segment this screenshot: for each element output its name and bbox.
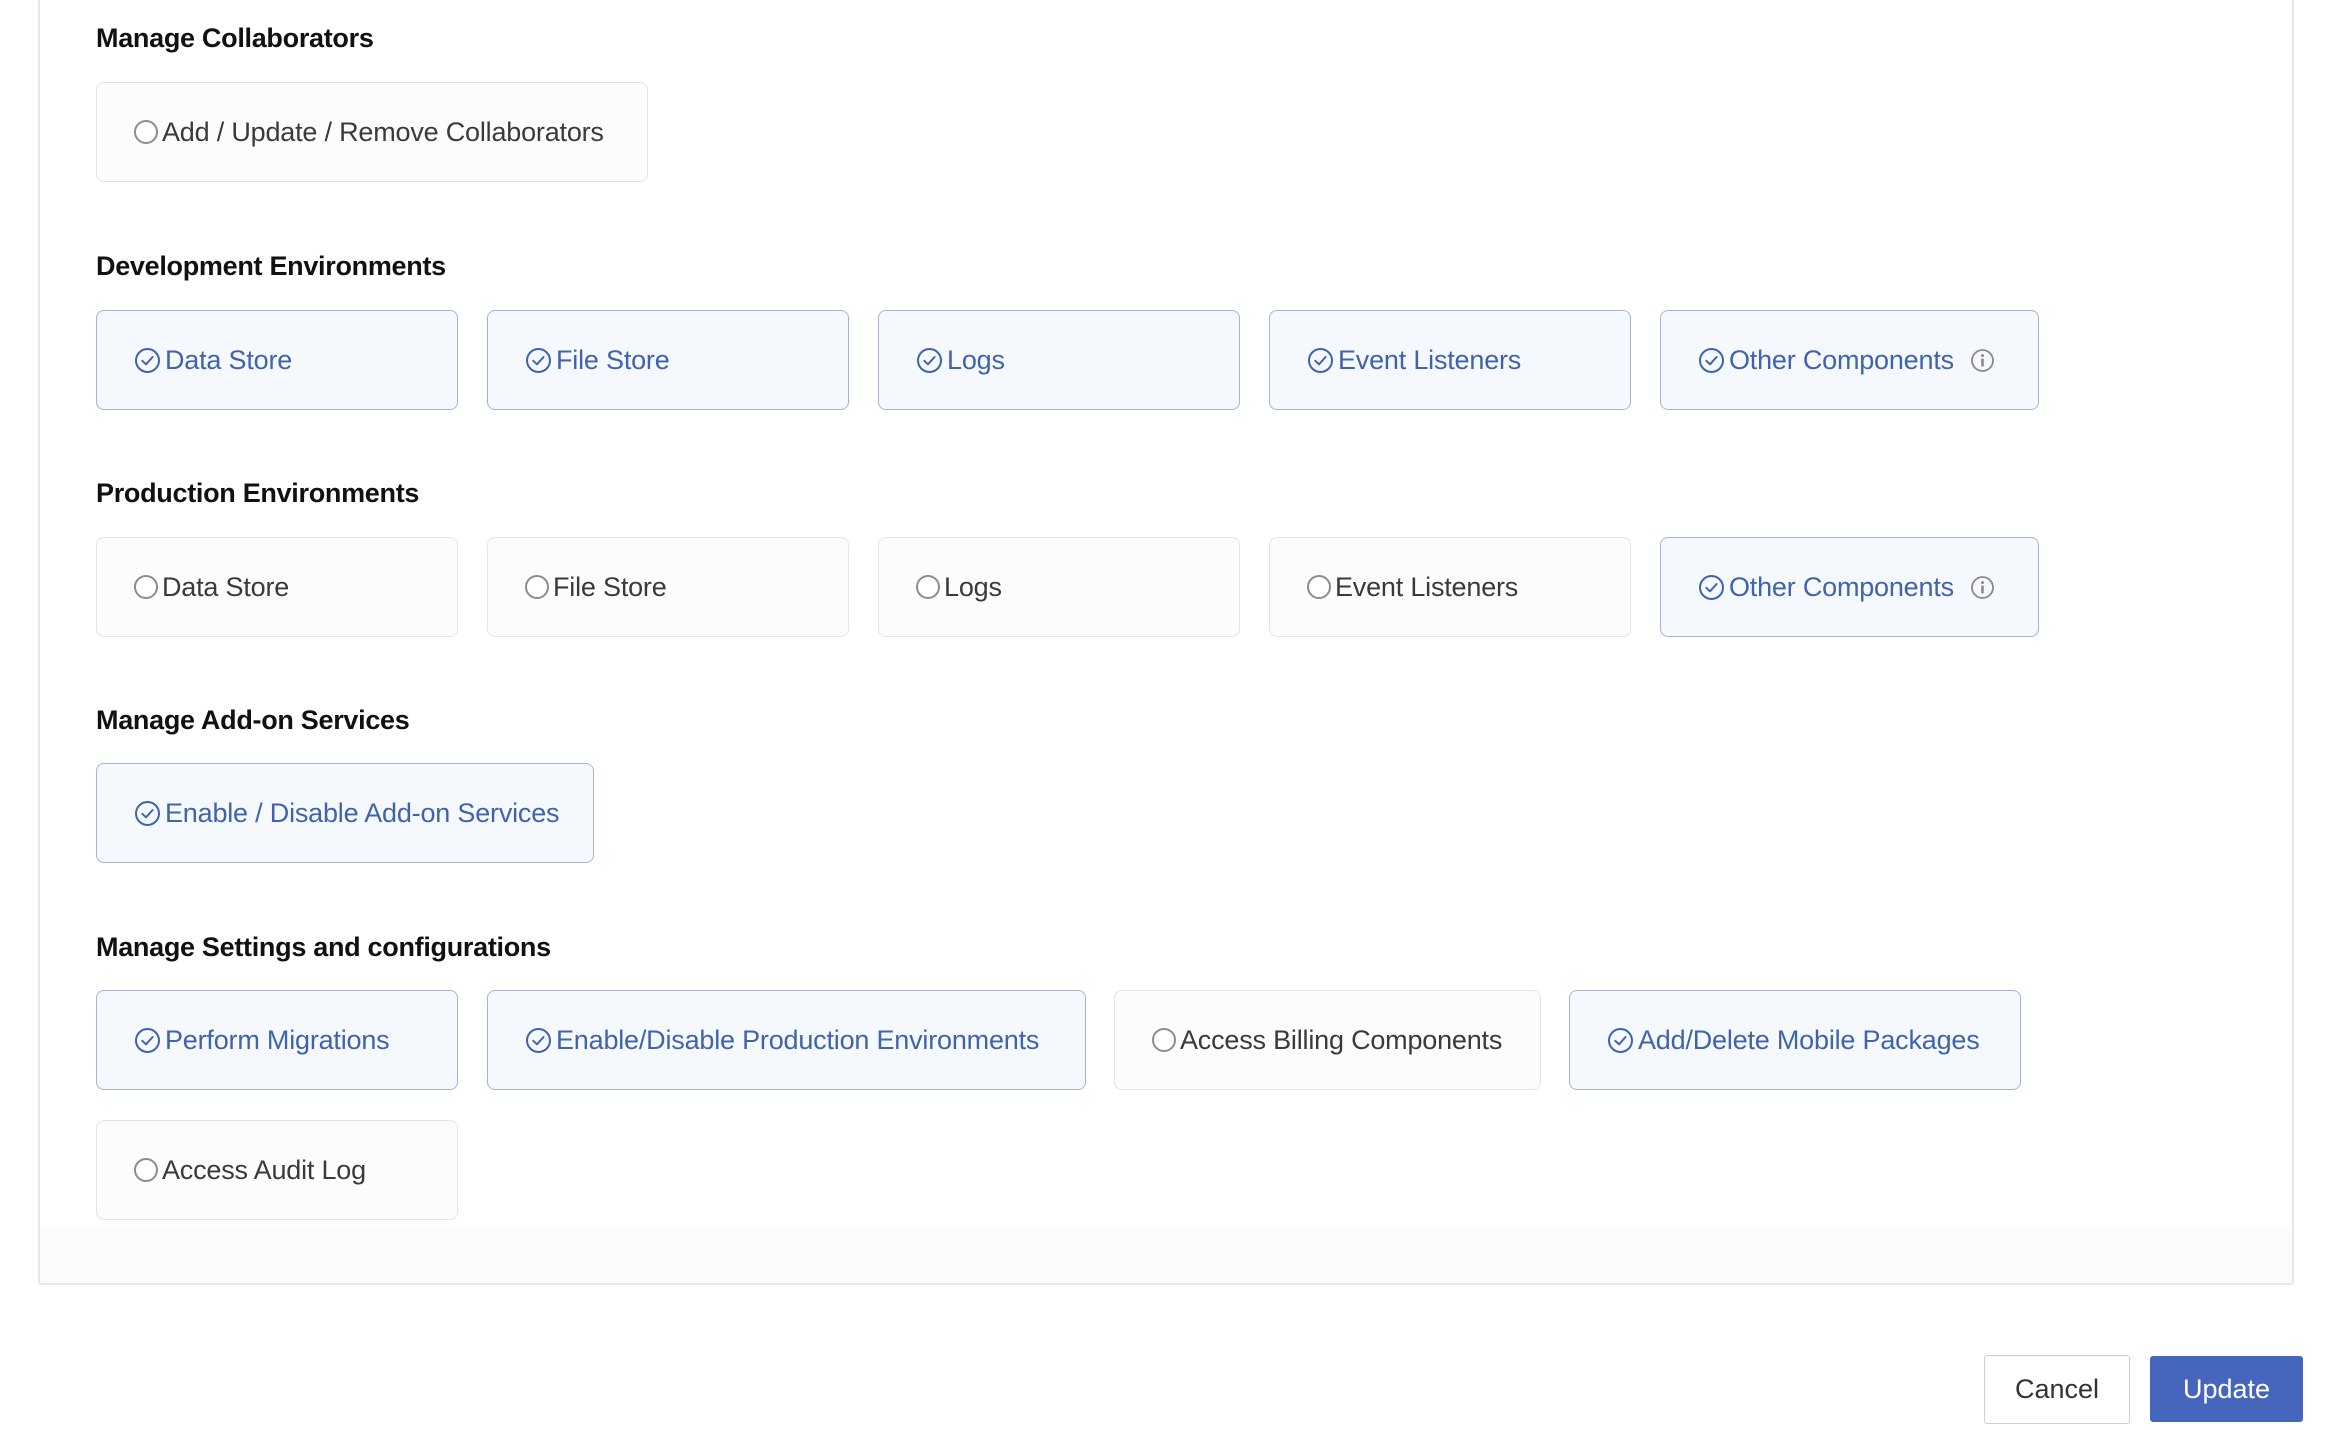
check-circle-icon	[916, 347, 943, 374]
option-dev-logs[interactable]: Logs	[878, 310, 1240, 410]
option-label: File Store	[556, 345, 670, 376]
section-title: Manage Add-on Services	[96, 704, 410, 736]
section-title: Manage Settings and configurations	[96, 931, 551, 963]
empty-circle-icon	[1307, 575, 1331, 599]
section-title: Development Environments	[96, 250, 446, 282]
check-circle-icon	[525, 1027, 552, 1054]
section-production-environments: Production Environments	[96, 477, 419, 509]
empty-circle-icon	[134, 575, 158, 599]
option-label: Access Billing Components	[1180, 1025, 1502, 1056]
empty-circle-icon	[134, 120, 158, 144]
section-settings-configurations: Manage Settings and configurations	[96, 931, 551, 963]
check-circle-icon	[134, 800, 161, 827]
empty-circle-icon	[1152, 1028, 1176, 1052]
section-title: Production Environments	[96, 477, 419, 509]
option-dev-file-store[interactable]: File Store	[487, 310, 849, 410]
check-circle-icon	[134, 347, 161, 374]
option-enable-disable-addons[interactable]: Enable / Disable Add-on Services	[96, 763, 594, 863]
option-add-update-remove-collaborators[interactable]: Add / Update / Remove Collaborators	[96, 82, 648, 182]
empty-circle-icon	[134, 1158, 158, 1182]
option-label: Add / Update / Remove Collaborators	[162, 117, 604, 148]
option-label: Add/Delete Mobile Packages	[1638, 1025, 1980, 1056]
option-perform-migrations[interactable]: Perform Migrations	[96, 990, 458, 1090]
update-button[interactable]: Update	[2150, 1356, 2303, 1422]
option-prod-other-components[interactable]: Other Components	[1660, 537, 2039, 637]
option-label: Enable / Disable Add-on Services	[165, 798, 559, 829]
cancel-button[interactable]: Cancel	[1984, 1355, 2130, 1424]
option-label: File Store	[553, 572, 667, 603]
option-access-billing[interactable]: Access Billing Components	[1114, 990, 1541, 1090]
section-development-environments: Development Environments	[96, 250, 446, 282]
option-prod-data-store[interactable]: Data Store	[96, 537, 458, 637]
option-label: Data Store	[162, 572, 289, 603]
option-label: Event Listeners	[1335, 572, 1518, 603]
check-circle-icon	[1607, 1027, 1634, 1054]
option-prod-event-listeners[interactable]: Event Listeners	[1269, 537, 1631, 637]
option-label: Enable/Disable Production Environments	[556, 1025, 1039, 1056]
check-circle-icon	[1698, 347, 1725, 374]
option-label: Other Components	[1729, 345, 1954, 376]
option-dev-event-listeners[interactable]: Event Listeners	[1269, 310, 1631, 410]
option-label: Access Audit Log	[162, 1155, 366, 1186]
section-title: Manage Collaborators	[96, 22, 374, 54]
option-label: Perform Migrations	[165, 1025, 389, 1056]
check-circle-icon	[1698, 574, 1725, 601]
option-label: Data Store	[165, 345, 292, 376]
info-icon[interactable]	[1970, 575, 1995, 600]
section-collaborators: Manage Collaborators	[96, 22, 374, 54]
option-access-audit-log[interactable]: Access Audit Log	[96, 1120, 458, 1220]
empty-circle-icon	[916, 575, 940, 599]
option-prod-file-store[interactable]: File Store	[487, 537, 849, 637]
empty-circle-icon	[525, 575, 549, 599]
option-label: Logs	[944, 572, 1002, 603]
section-addon-services: Manage Add-on Services	[96, 704, 410, 736]
option-add-delete-mobile-packages[interactable]: Add/Delete Mobile Packages	[1569, 990, 2021, 1090]
option-dev-other-components[interactable]: Other Components	[1660, 310, 2039, 410]
info-icon[interactable]	[1970, 348, 1995, 373]
option-label: Other Components	[1729, 572, 1954, 603]
option-label: Logs	[947, 345, 1005, 376]
check-circle-icon	[525, 347, 552, 374]
option-prod-logs[interactable]: Logs	[878, 537, 1240, 637]
option-enable-disable-production[interactable]: Enable/Disable Production Environments	[487, 990, 1086, 1090]
check-circle-icon	[134, 1027, 161, 1054]
check-circle-icon	[1307, 347, 1334, 374]
permissions-panel: Manage Collaborators Add / Update / Remo…	[38, 0, 2294, 1285]
option-dev-data-store[interactable]: Data Store	[96, 310, 458, 410]
option-label: Event Listeners	[1338, 345, 1521, 376]
